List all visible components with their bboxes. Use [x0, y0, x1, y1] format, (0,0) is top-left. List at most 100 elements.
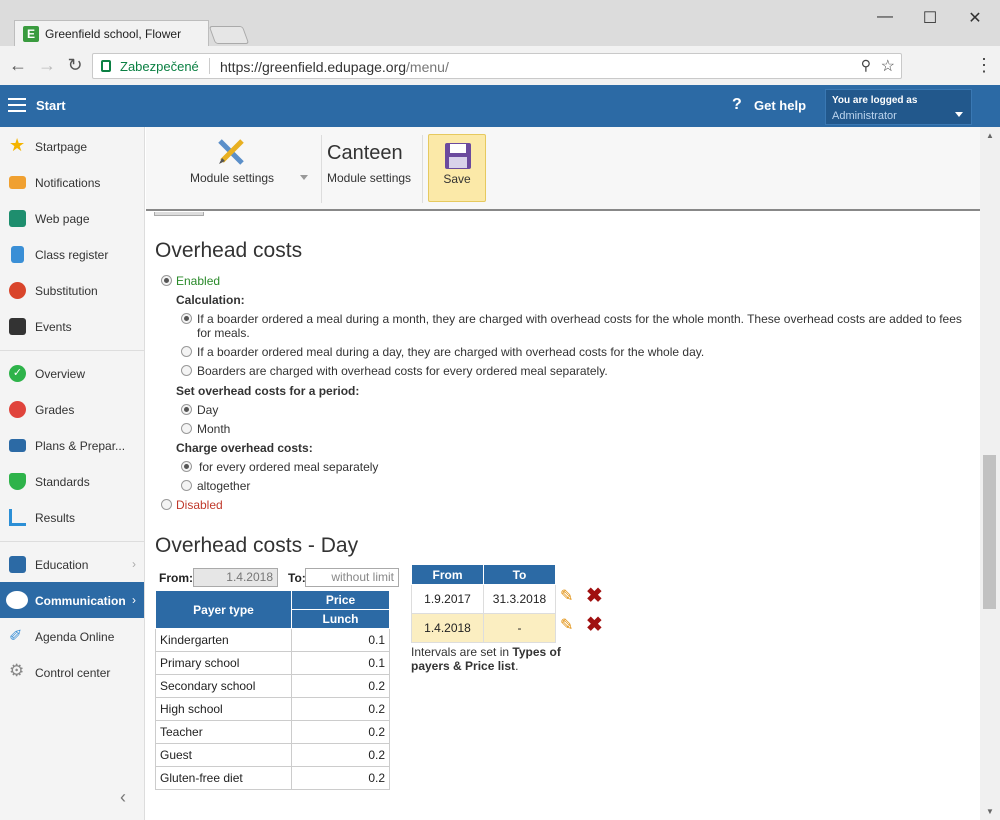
calc-day-radio[interactable]: [181, 346, 192, 357]
payer-name: Guest: [155, 743, 292, 767]
help-icon[interactable]: ?: [732, 96, 742, 114]
price-value[interactable]: 0.2: [291, 743, 390, 767]
scroll-thumb[interactable]: [983, 455, 996, 609]
delete-x-icon[interactable]: ✖: [586, 583, 603, 608]
sidebar-item-class-register[interactable]: Class register: [0, 236, 144, 272]
close-icon[interactable]: ✕: [960, 8, 990, 28]
chevron-down-icon[interactable]: [300, 175, 308, 180]
overhead-costs-heading: Overhead costs: [155, 239, 303, 262]
disabled-radio[interactable]: [161, 499, 172, 510]
calc-meal-label: Boarders are charged with overhead costs…: [197, 364, 608, 378]
price-value[interactable]: 0.1: [291, 628, 390, 652]
scroll-down-icon[interactable]: ▼: [986, 807, 994, 816]
charge-altogether-radio[interactable]: [181, 480, 192, 491]
forward-icon[interactable]: →: [35, 54, 59, 78]
interval-to: -: [483, 613, 556, 643]
hamburger-menu-icon[interactable]: [8, 98, 26, 112]
back-icon[interactable]: ←: [6, 54, 30, 78]
new-tab-button[interactable]: [208, 26, 250, 44]
divider: [0, 541, 144, 542]
page-scrollbar[interactable]: ▲ ▼: [980, 127, 1000, 820]
price-value[interactable]: 0.2: [291, 697, 390, 721]
cut-off-button[interactable]: [154, 212, 204, 216]
floppy-disk-icon: [445, 143, 471, 169]
sidebar-item-label: Communication: [35, 594, 126, 608]
to-header: To: [483, 564, 556, 585]
browser-tab[interactable]: E Greenfield school, Flower: [14, 20, 209, 46]
calc-meal-radio[interactable]: [181, 365, 192, 376]
calculation-label: Calculation:: [176, 293, 245, 307]
sidebar-item-overview[interactable]: ✓ Overview: [0, 355, 144, 391]
shield-icon: [9, 473, 26, 490]
calendar-icon: [9, 318, 26, 335]
chat-icon: [6, 591, 28, 609]
charge-separately-radio[interactable]: [181, 461, 192, 472]
enabled-radio[interactable]: [161, 275, 172, 286]
payer-type-header: Payer type: [155, 590, 292, 629]
payer-name: Teacher: [155, 720, 292, 744]
sidebar-item-standards[interactable]: Standards: [0, 463, 144, 499]
table-row: Teacher 0.2: [155, 720, 390, 744]
sidebar-item-communication[interactable]: Communication ›: [0, 582, 144, 618]
book-icon: [11, 246, 24, 263]
security-label: Zabezpečené: [120, 59, 199, 74]
sidebar-item-events[interactable]: Events: [0, 308, 144, 344]
calc-month-radio[interactable]: [181, 313, 192, 324]
calc-month-label-cont: for meals.: [197, 326, 250, 340]
scroll-up-icon[interactable]: ▲: [986, 131, 994, 140]
interval-row[interactable]: 1.4.2018-: [411, 613, 556, 643]
price-value[interactable]: 0.1: [291, 651, 390, 675]
payer-name: Gluten-free diet: [155, 766, 292, 790]
save-label: Save: [443, 172, 471, 186]
save-button[interactable]: Save: [428, 134, 486, 202]
delete-x-icon[interactable]: ✖: [586, 612, 603, 637]
user-menu[interactable]: You are logged as Administrator: [825, 89, 972, 125]
sidebar-item-web-page[interactable]: Web page: [0, 200, 144, 236]
minimize-icon[interactable]: —: [870, 8, 900, 28]
sidebar-item-label: Agenda Online: [35, 630, 115, 644]
sidebar-item-substitution[interactable]: Substitution: [0, 272, 144, 308]
from-date-field[interactable]: 1.4.2018: [193, 568, 278, 587]
period-label: Set overhead costs for a period:: [176, 384, 360, 398]
sidebar-item-agenda-online[interactable]: ✐ Agenda Online: [0, 618, 144, 654]
sidebar-item-startpage[interactable]: ★ Startpage: [0, 128, 144, 164]
sidebar-item-results[interactable]: Results: [0, 499, 144, 535]
from-header: From: [411, 564, 484, 585]
price-value[interactable]: 0.2: [291, 766, 390, 790]
get-help-link[interactable]: Get help: [754, 98, 806, 113]
sidebar-item-plans[interactable]: Plans & Prepar...: [0, 427, 144, 463]
price-value[interactable]: 0.2: [291, 674, 390, 698]
key-icon[interactable]: ⚲: [861, 57, 871, 74]
reload-icon[interactable]: ↻: [63, 54, 87, 78]
start-link[interactable]: Start: [36, 98, 66, 113]
sidebar-item-control-center[interactable]: ⚙ Control center: [0, 654, 144, 690]
tab-strip: E Greenfield school, Flower — ☐ ✕: [0, 0, 1000, 46]
price-value[interactable]: 0.2: [291, 720, 390, 744]
sidebar-item-grades[interactable]: Grades: [0, 391, 144, 427]
calc-day-label: If a boarder ordered meal during a day, …: [197, 345, 705, 359]
charge-label: Charge overhead costs:: [176, 441, 313, 455]
to-date-field[interactable]: without limit: [305, 568, 399, 587]
period-month-radio[interactable]: [181, 423, 192, 434]
period-day-radio[interactable]: [181, 404, 192, 415]
module-settings-button[interactable]: Module settings: [146, 127, 321, 211]
bookmark-star-icon[interactable]: ☆: [881, 56, 895, 76]
edit-pencil-icon[interactable]: ✎: [560, 586, 573, 606]
envelope-icon: [9, 176, 26, 189]
tab-title: Greenfield school, Flower: [45, 27, 182, 41]
maximize-icon[interactable]: ☐: [915, 8, 945, 28]
address-bar[interactable]: Zabezpečené https://greenfield.edupage.o…: [92, 53, 902, 79]
charge-separately-label: for every ordered meal separately: [199, 460, 379, 474]
sidebar-item-label: Events: [35, 320, 72, 334]
browser-menu-icon[interactable]: ⋮: [975, 55, 993, 76]
module-settings-label: Module settings: [190, 171, 275, 185]
payer-name: Primary school: [155, 651, 292, 675]
pencil-ruler-icon: [218, 139, 244, 165]
sidebar-item-education[interactable]: Education ›: [0, 546, 144, 582]
edit-pencil-icon[interactable]: ✎: [560, 615, 573, 635]
divider: [0, 350, 144, 351]
sidebar-item-notifications[interactable]: Notifications: [0, 164, 144, 200]
collapse-sidebar-icon[interactable]: ‹: [120, 787, 126, 808]
sidebar-item-label: Results: [35, 511, 76, 525]
interval-row[interactable]: 1.9.2017 31.3.2018: [411, 584, 556, 614]
